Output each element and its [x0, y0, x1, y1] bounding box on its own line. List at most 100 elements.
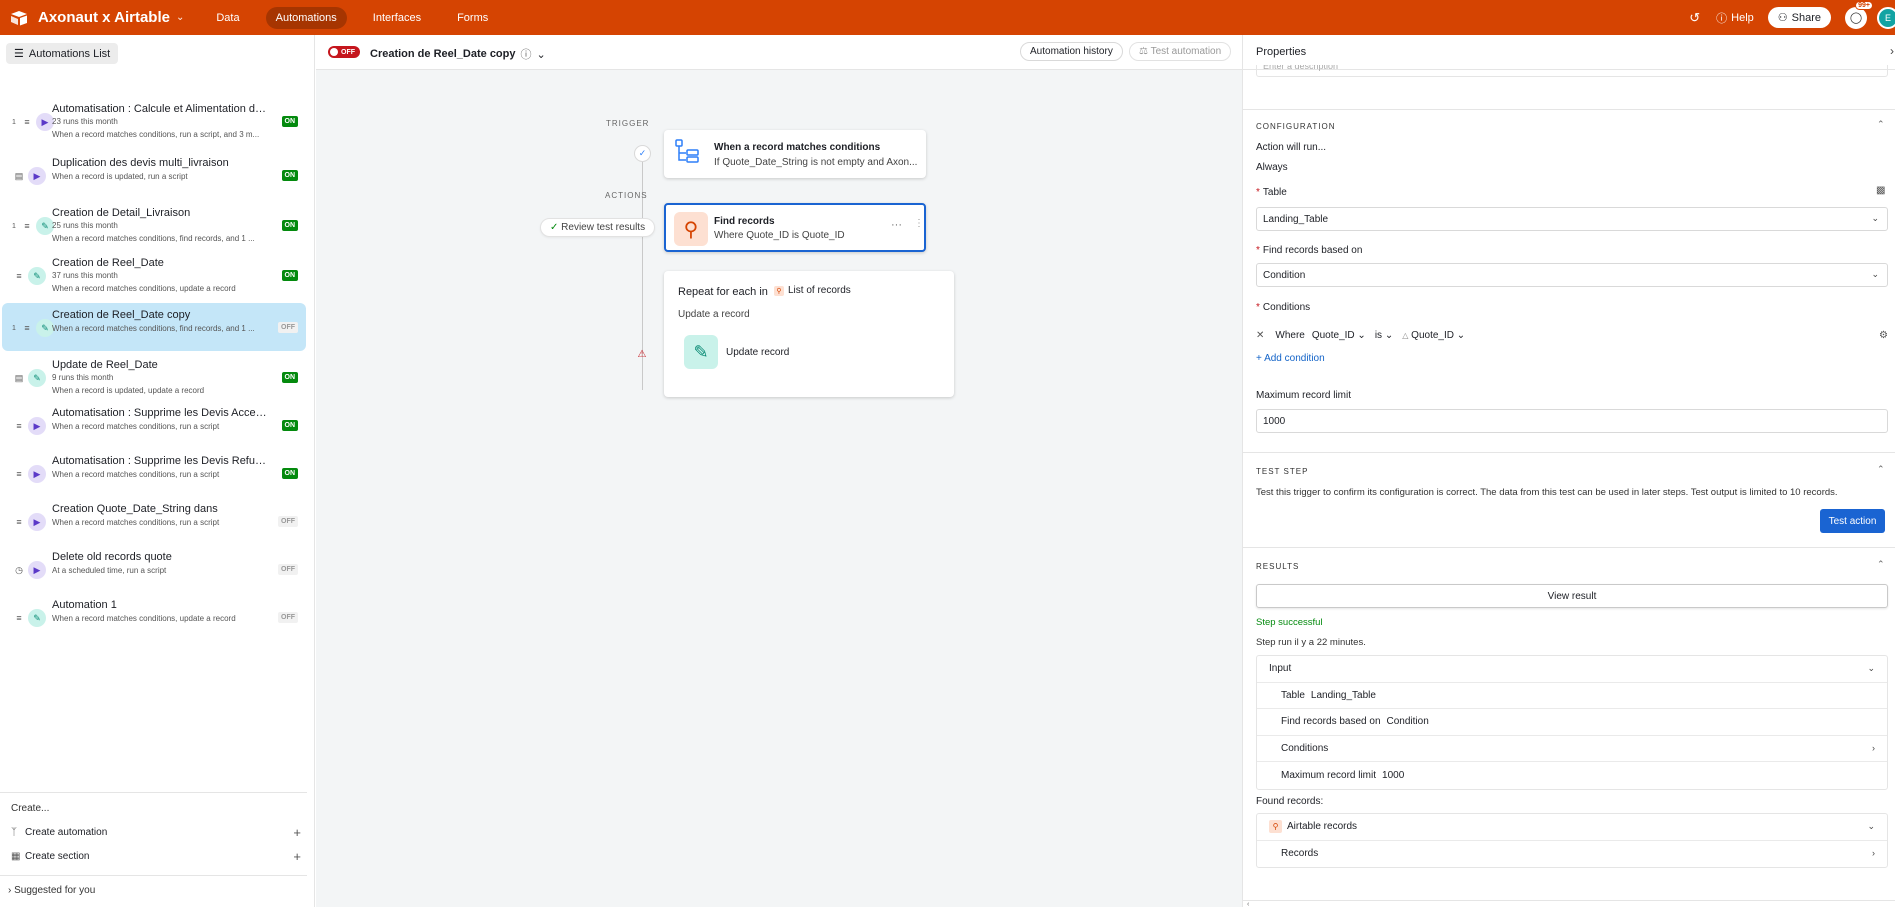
automations-sidebar: ☰ Automations List 1 ≡ ▶ Automatisation : C…: [0, 35, 315, 907]
trigger-card[interactable]: When a record matches conditions If Quot…: [664, 130, 926, 178]
drag-handle-icon[interactable]: ⋮: [914, 218, 924, 229]
find-records-based-text: Find records based on: [1262, 245, 1363, 256]
tab-interfaces[interactable]: Interfaces: [363, 7, 431, 29]
check-icon: ✓: [634, 145, 651, 162]
pencil-icon: ✎: [28, 609, 46, 627]
automation-item[interactable]: 1 ≡ ✎ Creation de Reel_Date copy When a reco…: [2, 303, 306, 351]
tab-data[interactable]: Data: [206, 7, 249, 29]
bell-icon: ◯: [1849, 12, 1863, 24]
tab-forms[interactable]: Forms: [447, 7, 498, 29]
automations-list-button[interactable]: ☰ Automations List: [6, 43, 119, 64]
avatar[interactable]: E: [1877, 6, 1895, 29]
action-will-run-value[interactable]: Always: [1256, 162, 1288, 173]
condition-field-select[interactable]: Quote_ID ⌄: [1310, 328, 1368, 343]
people-icon: ⚇: [1777, 12, 1788, 24]
automation-item[interactable]: ≡ ▶ Automatisation : Supprime les Devis Re…: [2, 449, 306, 497]
status-badge: ON: [281, 116, 298, 127]
status-badge: OFF: [278, 322, 298, 333]
create-section-button[interactable]: ▦ Create section +: [11, 849, 301, 864]
find-records-title: Find records: [714, 216, 775, 227]
notifications-button[interactable]: ◯ 99+: [1845, 0, 1873, 29]
automation-item[interactable]: ≡ ✎ Creation de Reel_Date 37 runs this mont…: [2, 251, 306, 299]
find-records-based-select[interactable]: Condition ⌄: [1256, 263, 1888, 287]
plus-icon[interactable]: +: [293, 825, 301, 840]
horizontal-scrollbar[interactable]: ‹: [1243, 900, 1895, 907]
conditions-icon: ≡: [16, 469, 22, 479]
search-icon: ⚲: [674, 212, 708, 246]
automation-item[interactable]: ▤ ✎ Update de Reel_Date 9 runs this month Wh…: [2, 353, 306, 401]
condition-value-select[interactable]: △ Quote_ID ⌄: [1400, 328, 1467, 343]
input-label: Input: [1269, 663, 1292, 675]
close-icon[interactable]: ›: [1890, 44, 1894, 58]
chevron-up-icon[interactable]: ⌃: [1877, 559, 1885, 570]
update-record-label[interactable]: Update record: [726, 347, 789, 358]
history-icon[interactable]: ↺: [1689, 10, 1700, 26]
search-icon: ⚲: [774, 285, 784, 296]
help-button[interactable]: ⓘ Help: [1716, 10, 1754, 26]
chevron-down-icon[interactable]: ⌄: [176, 12, 184, 23]
input-header[interactable]: Input ⌄: [1257, 656, 1887, 683]
view-result-button[interactable]: View result: [1256, 584, 1888, 608]
create-automation-button[interactable]: ᛉ Create automation +: [11, 825, 301, 840]
status-badge: ON: [281, 420, 298, 431]
chevron-up-icon[interactable]: ⌃: [1877, 119, 1885, 130]
conditions-label: * Conditions: [1256, 302, 1311, 313]
airtable-records-label: Airtable records: [1287, 821, 1358, 833]
status-badge: ON: [281, 468, 298, 479]
automation-toggle[interactable]: OFF: [328, 46, 360, 58]
airtable-logo-icon[interactable]: [10, 9, 28, 27]
menu-icon: ☰: [14, 48, 24, 60]
review-test-results-button[interactable]: ✓ Review test results: [540, 218, 656, 237]
max-record-limit-input[interactable]: 1000: [1256, 409, 1888, 433]
tab-automations[interactable]: Automations: [265, 6, 347, 29]
test-automation-button[interactable]: ⚖ Test automation: [1129, 42, 1232, 61]
find-records-card[interactable]: ⚲ Find records Where Quote_ID is Quote_I…: [664, 203, 926, 252]
table-select[interactable]: Landing_Table ⌄: [1256, 207, 1888, 231]
chevron-up-icon[interactable]: ⌃: [1877, 464, 1885, 475]
base-name[interactable]: Axonaut x Airtable: [38, 9, 170, 26]
automation-title[interactable]: Creation de Reel_Date copy ⓘ ⌄: [370, 46, 546, 62]
list-of-records-chip[interactable]: ⚲ List of records: [774, 285, 851, 296]
automation-item[interactable]: ◷ ▶ Delete old records quote At a scheduled…: [2, 545, 306, 593]
chevron-down-icon[interactable]: ⌄: [537, 48, 546, 61]
status-badge: OFF: [278, 564, 298, 575]
automation-runs: 23 runs this month: [52, 117, 118, 126]
input-row: Find records based on Condition: [1257, 709, 1887, 736]
suggested-for-you[interactable]: › Suggested for you: [8, 885, 95, 896]
automation-icons: 1 ≡ ▶: [12, 113, 54, 131]
airtable-records-row[interactable]: ⚲ Airtable records ⌄: [1257, 814, 1887, 841]
input-key: Table: [1281, 689, 1305, 701]
input-row[interactable]: Conditions ›: [1257, 736, 1887, 762]
automation-history-button[interactable]: Automation history: [1020, 42, 1123, 61]
automation-runs: 37 runs this month: [52, 271, 118, 280]
automation-item[interactable]: ≡ ✎ Automation 1 When a record matches cond…: [2, 593, 306, 641]
table-value: Landing_Table: [1263, 214, 1329, 225]
close-icon[interactable]: ✕: [1256, 330, 1264, 341]
more-options-icon[interactable]: ···: [891, 219, 902, 231]
step-successful-text: Step successful: [1256, 617, 1323, 628]
chevron-right-icon: ›: [1872, 742, 1875, 753]
max-record-limit-label: Maximum record limit: [1256, 390, 1352, 401]
automation-item[interactable]: 1 ≡ ▶ Automatisation : Calcule et Alimentat…: [2, 97, 306, 145]
plus-icon[interactable]: +: [293, 849, 301, 864]
table-view-icon[interactable]: ▩: [1876, 185, 1885, 196]
share-button[interactable]: ⚇ Share: [1767, 7, 1831, 28]
records-row[interactable]: Records ›: [1257, 841, 1887, 868]
divider: [0, 875, 307, 876]
check-icon: ✓: [550, 222, 562, 233]
repeat-title: Repeat for each in: [678, 286, 768, 298]
step-count: 1: [12, 324, 16, 332]
gear-icon[interactable]: ⚙: [1879, 330, 1888, 341]
add-condition-button[interactable]: + Add condition: [1256, 353, 1325, 364]
automation-item[interactable]: ≡ ▶ Creation Quote_Date_String dans When a …: [2, 497, 306, 545]
field-token-icon: △: [1402, 330, 1409, 340]
automation-item[interactable]: 1 ≡ ✎ Creation de Detail_Livraison 25 runs t…: [2, 201, 306, 249]
description-input[interactable]: Enter a description: [1256, 65, 1888, 77]
test-action-button[interactable]: Test action: [1820, 509, 1885, 533]
table-label: * Table: [1256, 187, 1287, 198]
repeat-card[interactable]: Repeat for each in ⚲ List of records Upda…: [664, 271, 954, 397]
info-icon[interactable]: ⓘ: [521, 46, 532, 62]
automation-item[interactable]: ≡ ▶ Automatisation : Supprime les Devis Ac…: [2, 401, 306, 449]
automation-item[interactable]: ▤ ▶ Duplication des devis multi_livraison W…: [2, 151, 306, 199]
condition-operator-select[interactable]: is ⌄: [1373, 328, 1395, 343]
